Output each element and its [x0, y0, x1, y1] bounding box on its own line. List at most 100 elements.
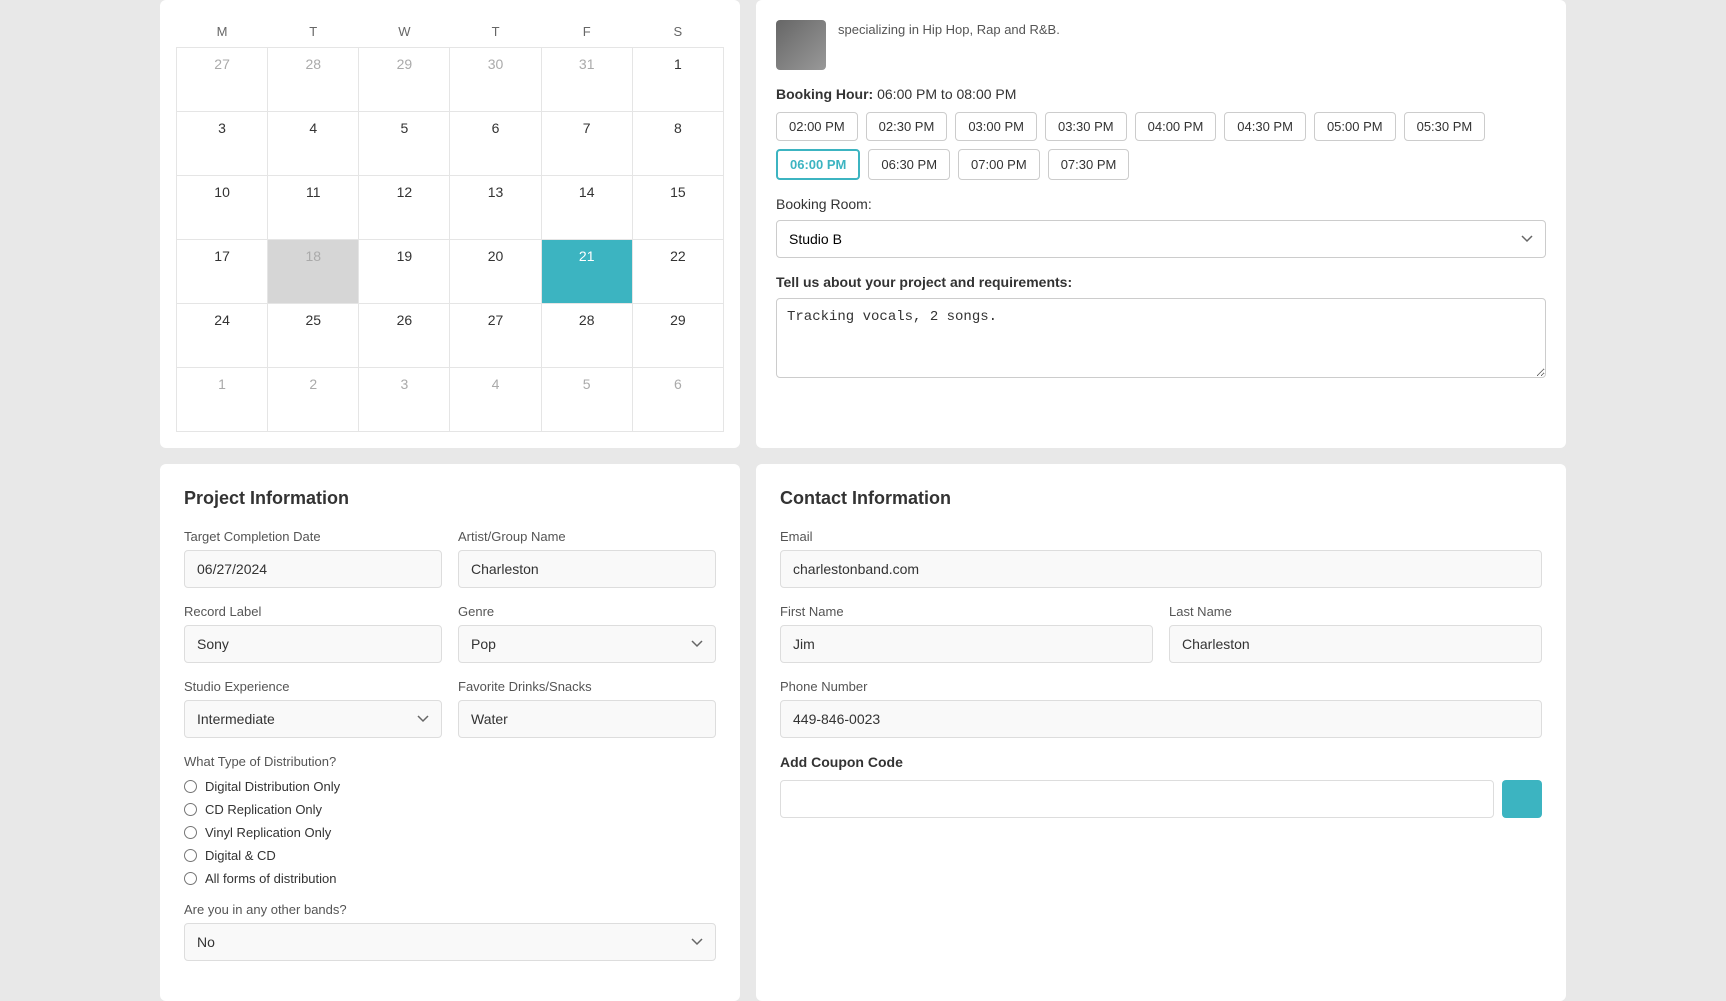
form-group-other-bands: Are you in any other bands? NoYes: [184, 902, 716, 961]
artist-name-label: Artist/Group Name: [458, 529, 716, 544]
avatar: [776, 20, 826, 70]
calendar-cell[interactable]: 1: [177, 368, 268, 432]
distribution-option: Vinyl Replication Only: [184, 825, 716, 840]
calendar-cell[interactable]: 6: [450, 112, 541, 176]
calendar-cell[interactable]: 1: [632, 48, 723, 112]
calendar-cell[interactable]: 25: [268, 304, 359, 368]
artist-bio: specializing in Hip Hop, Rap and R&B.: [838, 20, 1060, 40]
calendar-cell[interactable]: 2: [268, 368, 359, 432]
calendar-cell[interactable]: 20: [450, 240, 541, 304]
drinks-snacks-input[interactable]: [458, 700, 716, 738]
coupon-apply-button[interactable]: [1502, 780, 1542, 818]
time-slot-button[interactable]: 06:00 PM: [776, 149, 860, 180]
calendar-cell[interactable]: 7: [541, 112, 632, 176]
distribution-radio[interactable]: [184, 826, 197, 839]
calendar-cell[interactable]: 15: [632, 176, 723, 240]
calendar-cell[interactable]: 18: [268, 240, 359, 304]
time-slot-button[interactable]: 02:00 PM: [776, 112, 858, 141]
calendar-day-header: T: [268, 16, 359, 48]
last-name-input[interactable]: [1169, 625, 1542, 663]
calendar-cell[interactable]: 5: [359, 112, 450, 176]
contact-info-title: Contact Information: [780, 488, 1542, 509]
time-slot-button[interactable]: 05:00 PM: [1314, 112, 1396, 141]
time-slot-button[interactable]: 06:30 PM: [868, 149, 950, 180]
distribution-radio[interactable]: [184, 872, 197, 885]
project-info-title: Project Information: [184, 488, 716, 509]
calendar-cell[interactable]: 19: [359, 240, 450, 304]
project-textarea[interactable]: [776, 298, 1546, 378]
calendar-cell[interactable]: 3: [177, 112, 268, 176]
time-slot-button[interactable]: 07:00 PM: [958, 149, 1040, 180]
email-input[interactable]: [780, 550, 1542, 588]
calendar-cell[interactable]: 5: [541, 368, 632, 432]
calendar-cell[interactable]: 30: [450, 48, 541, 112]
calendar-cell[interactable]: 29: [359, 48, 450, 112]
first-name-label: First Name: [780, 604, 1153, 619]
studio-exp-select[interactable]: BeginnerIntermediateAdvanced: [184, 700, 442, 738]
calendar-cell[interactable]: 17: [177, 240, 268, 304]
form-group-drinks-snacks: Favorite Drinks/Snacks: [458, 679, 716, 738]
contact-form-row-email: Email: [780, 529, 1542, 588]
first-name-input[interactable]: [780, 625, 1153, 663]
calendar-cell[interactable]: 27: [177, 48, 268, 112]
target-date-input[interactable]: [184, 550, 442, 588]
last-name-label: Last Name: [1169, 604, 1542, 619]
booking-panel: specializing in Hip Hop, Rap and R&B. Bo…: [756, 0, 1566, 448]
genre-select[interactable]: PopRockHip HopJazzClassical: [458, 625, 716, 663]
form-group-record-label: Record Label: [184, 604, 442, 663]
form-group-target-date: Target Completion Date: [184, 529, 442, 588]
phone-input[interactable]: [780, 700, 1542, 738]
distribution-option: Digital Distribution Only: [184, 779, 716, 794]
genre-label: Genre: [458, 604, 716, 619]
calendar-day-header: M: [177, 16, 268, 48]
calendar-cell[interactable]: 14: [541, 176, 632, 240]
other-bands-select[interactable]: NoYes: [184, 923, 716, 961]
form-group-studio-exp: Studio Experience BeginnerIntermediateAd…: [184, 679, 442, 738]
distribution-option-label: CD Replication Only: [205, 802, 322, 817]
calendar-cell[interactable]: 10: [177, 176, 268, 240]
distribution-radio[interactable]: [184, 849, 197, 862]
calendar-cell[interactable]: 29: [632, 304, 723, 368]
bottom-section: Project Information Target Completion Da…: [0, 464, 1726, 1001]
form-group-artist-name: Artist/Group Name: [458, 529, 716, 588]
studio-exp-label: Studio Experience: [184, 679, 442, 694]
artist-name-input[interactable]: [458, 550, 716, 588]
time-slot-button[interactable]: 07:30 PM: [1048, 149, 1130, 180]
time-slot-button[interactable]: 04:30 PM: [1224, 112, 1306, 141]
calendar-day-header: S: [632, 16, 723, 48]
calendar-cell[interactable]: 3: [359, 368, 450, 432]
distribution-radio[interactable]: [184, 780, 197, 793]
time-slot-button[interactable]: 03:00 PM: [955, 112, 1037, 141]
calendar-cell[interactable]: 21: [541, 240, 632, 304]
coupon-input[interactable]: [780, 780, 1494, 818]
time-slot-button[interactable]: 05:30 PM: [1404, 112, 1486, 141]
calendar-cell[interactable]: 13: [450, 176, 541, 240]
form-group-email: Email: [780, 529, 1542, 588]
calendar-cell[interactable]: 6: [632, 368, 723, 432]
calendar-cell[interactable]: 11: [268, 176, 359, 240]
calendar-cell[interactable]: 4: [450, 368, 541, 432]
record-label-input[interactable]: [184, 625, 442, 663]
booking-room-label: Booking Room:: [776, 196, 1546, 212]
time-slot-button[interactable]: 02:30 PM: [866, 112, 948, 141]
calendar-cell[interactable]: 12: [359, 176, 450, 240]
distribution-radio[interactable]: [184, 803, 197, 816]
calendar-cell[interactable]: 4: [268, 112, 359, 176]
record-label-label: Record Label: [184, 604, 442, 619]
time-slot-button[interactable]: 03:30 PM: [1045, 112, 1127, 141]
calendar-cell[interactable]: 31: [541, 48, 632, 112]
calendar-cell[interactable]: 22: [632, 240, 723, 304]
calendar-cell[interactable]: 27: [450, 304, 541, 368]
email-label: Email: [780, 529, 1542, 544]
calendar-cell[interactable]: 28: [268, 48, 359, 112]
drinks-snacks-label: Favorite Drinks/Snacks: [458, 679, 716, 694]
coupon-row: [780, 780, 1542, 818]
calendar-cell[interactable]: 24: [177, 304, 268, 368]
top-section: MTWTFS 272829303113456781011121314151718…: [0, 0, 1726, 448]
studio-select[interactable]: Studio BStudio AStudio C: [776, 220, 1546, 258]
time-slot-button[interactable]: 04:00 PM: [1135, 112, 1217, 141]
calendar-cell[interactable]: 28: [541, 304, 632, 368]
calendar-cell[interactable]: 8: [632, 112, 723, 176]
distribution-options: Digital Distribution Only CD Replication …: [184, 779, 716, 886]
calendar-cell[interactable]: 26: [359, 304, 450, 368]
